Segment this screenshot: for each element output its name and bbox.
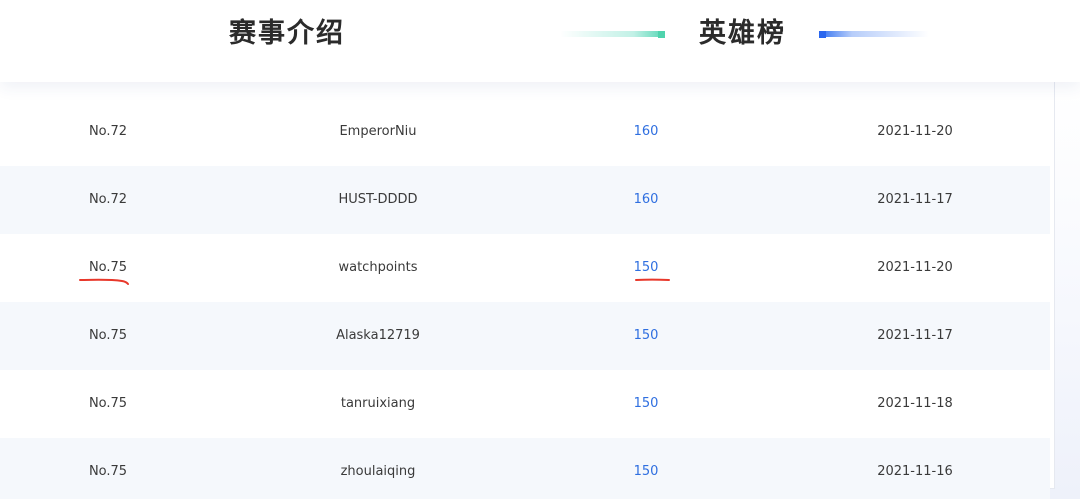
table-row: No.75 zhoulaiqing 150 2021-11-16 (0, 438, 1050, 499)
rank-cell: No.72 (88, 192, 128, 207)
score-cell: 150 (633, 396, 659, 411)
score-cell: 160 (633, 192, 659, 207)
score-cell: 160 (633, 124, 659, 139)
score-cell: 150 (633, 464, 659, 479)
date-cell: 2021-11-20 (877, 260, 953, 275)
tab-accent-line-right (819, 31, 929, 37)
table-row: No.72 HUST-DDDD 160 2021-11-17 (0, 166, 1050, 234)
rank-cell: No.75 (88, 260, 128, 275)
rank-cell: No.72 (88, 124, 128, 139)
name-cell: HUST-DDDD (338, 192, 418, 207)
date-cell: 2021-11-18 (877, 396, 953, 411)
table-row: No.75 watchpoints 150 2021-11-20 (0, 234, 1050, 302)
table-row: No.72 EmperorNiu 160 2021-11-20 (0, 98, 1050, 166)
date-cell: 2021-11-20 (877, 124, 953, 139)
table-row: No.75 Alaska12719 150 2021-11-17 (0, 302, 1050, 370)
tab-hero-leaderboard[interactable]: 英雄榜 (699, 14, 786, 54)
rank-cell: No.75 (88, 396, 128, 411)
date-cell: 2021-11-17 (877, 328, 953, 343)
name-cell: Alaska12719 (336, 328, 420, 343)
score-cell: 150 (633, 260, 659, 275)
rank-cell: No.75 (88, 464, 128, 479)
name-cell: watchpoints (338, 260, 418, 275)
red-underline-annotation-rank (79, 278, 129, 285)
name-cell: zhoulaiqing (340, 464, 416, 479)
tab-accent-line-left (560, 31, 665, 37)
name-cell: tanruixiang (340, 396, 416, 411)
date-cell: 2021-11-16 (877, 464, 953, 479)
name-cell: EmperorNiu (339, 124, 417, 139)
rank-cell: No.75 (88, 328, 128, 343)
leaderboard-page: 赛事介绍 英雄榜 No.72 EmperorNiu 160 2021-11-20… (0, 0, 1080, 499)
tab-accent-square-left (658, 31, 665, 38)
table-row: No.75 tanruixiang 150 2021-11-18 (0, 370, 1050, 438)
tab-accent-square-right (819, 31, 826, 38)
score-cell: 150 (633, 328, 659, 343)
tab-event-intro[interactable]: 赛事介绍 (229, 14, 345, 54)
red-underline-annotation-score (635, 278, 670, 281)
leaderboard-table: No.72 EmperorNiu 160 2021-11-20 No.72 HU… (0, 82, 1055, 499)
tab-bar: 赛事介绍 英雄榜 (0, 0, 1080, 82)
date-cell: 2021-11-17 (877, 192, 953, 207)
